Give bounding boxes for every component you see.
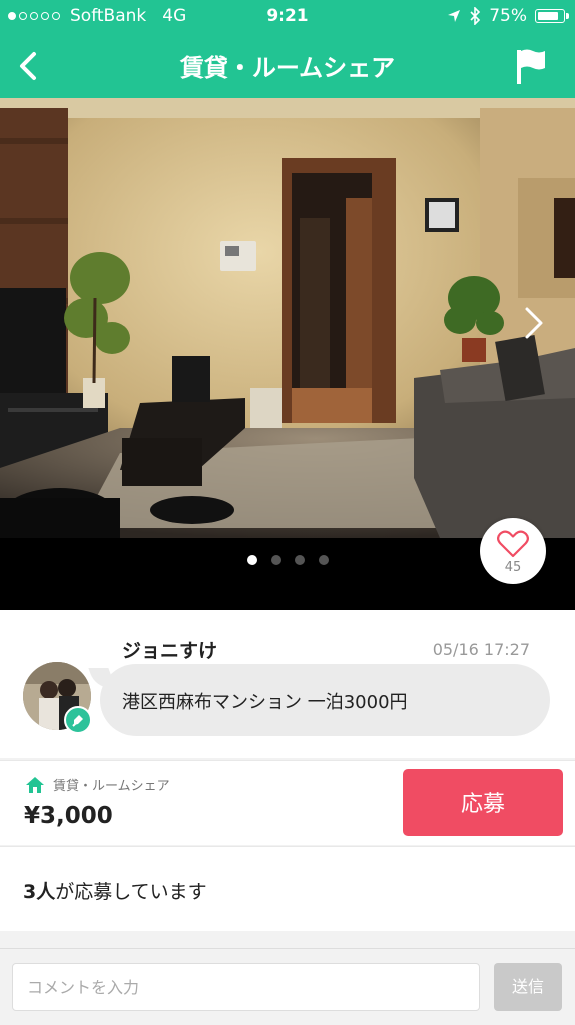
category-row: 賃貸・ルームシェア (25, 775, 170, 794)
like-button[interactable]: 45 (480, 518, 546, 584)
page-dot[interactable] (246, 555, 257, 565)
page-dot[interactable] (294, 555, 305, 565)
badge-icon (64, 706, 92, 734)
comment-input[interactable] (12, 963, 480, 1011)
post-message: 港区西麻布マンション 一泊3000円 (122, 692, 408, 713)
like-count: 45 (504, 560, 522, 575)
battery-icon (535, 9, 569, 23)
applicant-text: が応募しています (55, 881, 207, 903)
send-button[interactable]: 送信 (494, 963, 562, 1011)
chevron-right-icon[interactable] (519, 303, 547, 343)
message-bubble: 港区西麻布マンション 一泊3000円 (100, 664, 550, 736)
listing-photo (0, 98, 575, 538)
home-icon (26, 776, 44, 793)
category-label: 賃貸・ルームシェア (53, 779, 170, 794)
comment-bar: 送信 (0, 948, 575, 1025)
post-timestamp: 05/16 17:27 (432, 640, 530, 659)
nav-header: 賃貸・ルームシェア (0, 34, 575, 98)
applicant-count: 3人 (23, 881, 56, 903)
battery-percent: 75% (489, 6, 527, 26)
photo-gallery[interactable]: 45 (0, 98, 575, 610)
bluetooth-icon (470, 7, 481, 25)
listing-price: ¥3,000 (24, 803, 113, 829)
page-dot[interactable] (318, 555, 329, 565)
heart-icon (497, 530, 529, 558)
location-arrow-icon (448, 10, 461, 22)
page-title: 賃貸・ルームシェア (179, 54, 396, 82)
page-dot[interactable] (270, 555, 281, 565)
apply-button[interactable]: 応募 (403, 769, 563, 836)
status-bar: SoftBank 4G 9:21 75% (0, 0, 575, 34)
poster-name[interactable]: ジョニすけ (122, 636, 217, 663)
applicants-section: 3人が応募しています (0, 846, 575, 931)
listing-summary: 賃貸・ルームシェア ¥3,000 応募 (0, 760, 575, 845)
post-card: ジョニすけ 05/16 17:27 港区西麻布マンション 一泊3000円 (0, 610, 575, 758)
flag-icon[interactable] (513, 46, 549, 86)
